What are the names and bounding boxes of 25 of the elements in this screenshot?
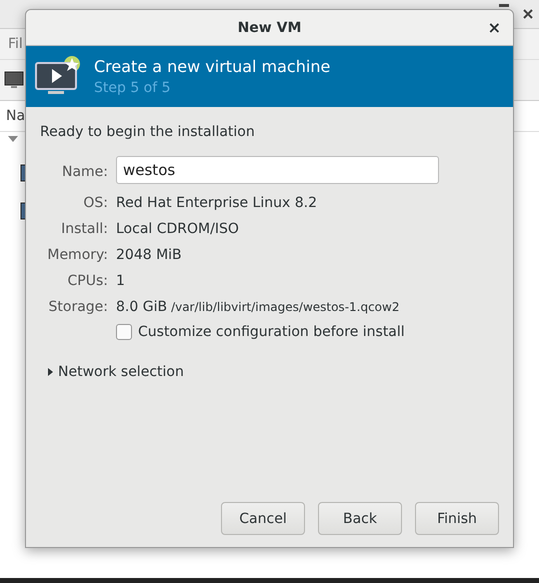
name-field[interactable]: westos	[116, 156, 439, 184]
step-indicator: Step 5 of 5	[94, 80, 172, 96]
section-heading: Ready to begin the installation	[40, 124, 256, 140]
field-value: 8.0 GiB	[116, 299, 168, 315]
field-value: Red Hat Enterprise Linux 8.2	[116, 195, 317, 211]
expander-label[interactable]: Network selection	[58, 364, 184, 380]
checkbox-label[interactable]: Customize configuration before install	[138, 324, 405, 340]
field-label: OS:	[82, 194, 108, 213]
dialog-title: New VM	[238, 20, 302, 36]
field-value: Local CDROM/ISO	[116, 221, 239, 237]
dialog-button[interactable]: Back	[318, 502, 402, 535]
file-path: /var/lib/libvirt/images/westos-1.qcow2	[171, 300, 400, 314]
field-label: Install:	[60, 220, 108, 239]
field-label: Storage:	[48, 298, 108, 317]
header-title: Create a new virtual machine	[94, 57, 330, 76]
field-value: 1	[116, 273, 125, 289]
menu-item[interactable]: Fil	[8, 36, 23, 52]
dialog-button[interactable]: Cancel	[221, 502, 305, 535]
field-label: CPUs:	[66, 272, 108, 291]
field-value: 2048 MiB	[116, 247, 182, 263]
close-button[interactable]: ×	[488, 18, 501, 37]
dialog-button[interactable]: Finish	[415, 502, 499, 535]
field-label: Memory:	[46, 246, 108, 265]
column-header[interactable]: Na	[6, 108, 26, 124]
field-label: Name:	[60, 164, 108, 180]
